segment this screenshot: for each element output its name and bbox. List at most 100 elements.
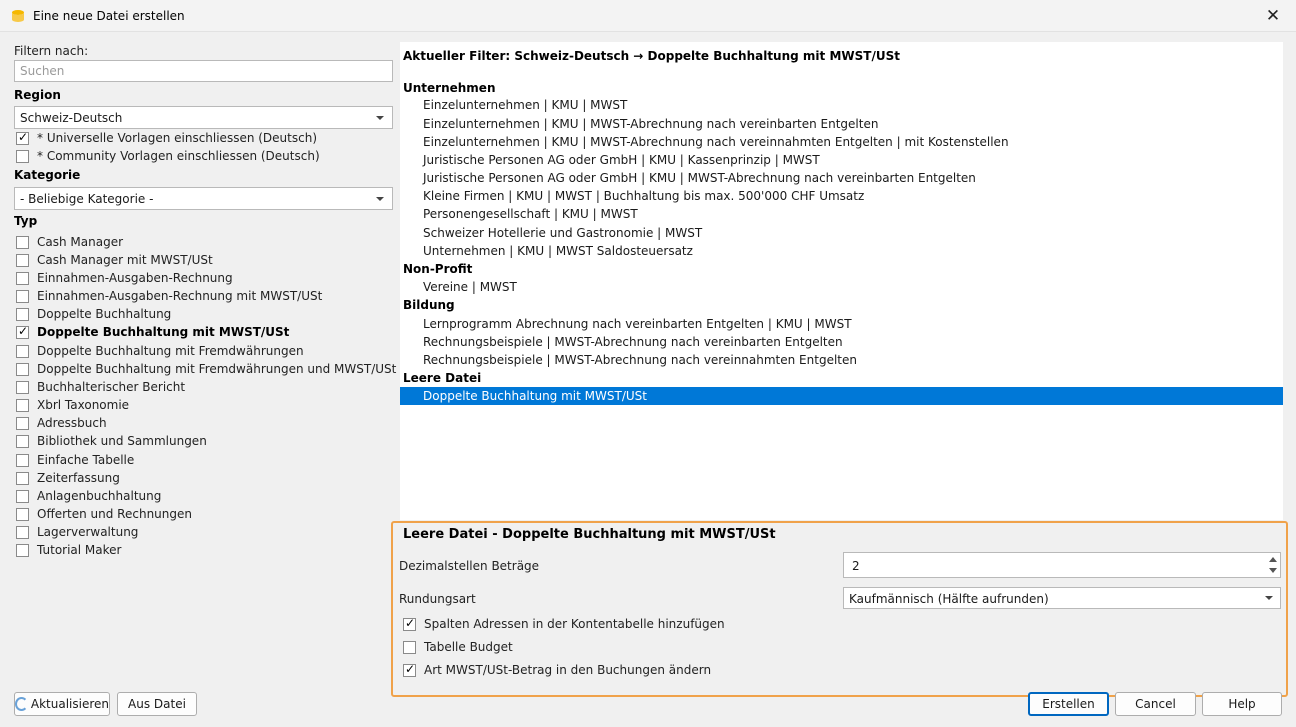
refresh-icon [15,697,28,711]
spin-down-icon[interactable] [1269,568,1277,573]
checkbox-unchecked-icon [16,471,29,485]
type-heading: Typ [14,214,38,228]
region-select[interactable]: Schweiz-Deutsch [14,106,393,129]
close-icon[interactable]: ✕ [1250,0,1296,32]
type-label: Einnahmen-Ausgaben-Rechnung mit MWST/USt [37,289,323,303]
group-heading-bildung: Bildung [403,298,455,312]
type-checkbox-cash-manager[interactable]: Cash Manager [16,233,123,251]
window-title: Eine neue Datei erstellen [33,9,185,23]
type-label: Anlagenbuchhaltung [37,489,162,503]
type-checkbox-double-entry-fx-vat[interactable]: Doppelte Buchhaltung mit Fremdwährungen … [16,360,396,378]
type-label: Doppelte Buchhaltung [37,307,172,321]
type-checkbox-double-entry-fx[interactable]: Doppelte Buchhaltung mit Fremdwährungen [16,342,304,360]
region-select-value: Schweiz-Deutsch [20,111,123,125]
template-list [400,42,1283,520]
template-item[interactable]: Einzelunternehmen | KMU | MWST-Abrechnun… [423,117,878,131]
template-item[interactable]: Kleine Firmen | KMU | MWST | Buchhaltung… [423,189,864,203]
category-select-value: - Beliebige Kategorie - [20,192,154,206]
universal-templates-checkbox[interactable]: * Universelle Vorlagen einschliessen (De… [16,129,317,147]
type-checkbox-double-entry[interactable]: Doppelte Buchhaltung [16,305,171,323]
create-button[interactable]: Erstellen [1028,692,1109,716]
template-item[interactable]: Personengesellschaft | KMU | MWST [423,207,638,221]
community-templates-label: * Community Vorlagen einschliessen (Deut… [37,149,320,163]
category-select[interactable]: - Beliebige Kategorie - [14,187,393,210]
template-item[interactable]: Lernprogramm Abrechnung nach vereinbarte… [423,317,852,331]
type-checkbox-double-entry-vat[interactable]: Doppelte Buchhaltung mit MWST/USt [16,323,289,341]
checkbox-unchecked-icon [16,149,29,163]
checkbox-unchecked-icon [16,271,29,285]
type-label: Bibliothek und Sammlungen [37,434,207,448]
template-item[interactable]: Rechnungsbeispiele | MWST-Abrechnung nac… [423,353,857,367]
type-checkbox-inventory[interactable]: Lagerverwaltung [16,523,138,541]
decimals-spinbox[interactable]: 2 [843,552,1281,578]
template-item[interactable]: Rechnungsbeispiele | MWST-Abrechnung nac… [423,335,843,349]
checkbox-unchecked-icon [16,253,29,267]
checkbox-unchecked-icon [16,235,29,249]
template-item[interactable]: Juristische Personen AG oder GmbH | KMU … [423,153,820,167]
type-label: Adressbuch [37,416,107,430]
type-label: Cash Manager [37,235,124,249]
type-checkbox-tutorial-maker[interactable]: Tutorial Maker [16,541,121,559]
type-checkbox-invoices[interactable]: Offerten und Rechnungen [16,505,192,523]
checkbox-unchecked-icon [16,416,29,430]
template-item[interactable]: Unternehmen | KMU | MWST Saldosteuersatz [423,244,693,258]
from-file-button[interactable]: Aus Datei [117,692,197,716]
type-checkbox-address-book[interactable]: Adressbuch [16,414,107,432]
budget-checkbox[interactable]: Tabelle Budget [403,638,513,656]
community-templates-checkbox[interactable]: * Community Vorlagen einschliessen (Deut… [16,147,320,165]
type-label: Tutorial Maker [37,543,122,557]
type-checkbox-library[interactable]: Bibliothek und Sammlungen [16,432,207,450]
checkbox-unchecked-icon [16,289,29,303]
checkbox-unchecked-icon [16,453,29,467]
type-label: Einnahmen-Ausgaben-Rechnung [37,271,233,285]
type-label: Xbrl Taxonomie [37,398,130,412]
type-checkbox-income-expense-vat[interactable]: Einnahmen-Ausgaben-Rechnung mit MWST/USt [16,287,322,305]
group-heading-leere-datei: Leere Datei [403,371,482,385]
group-heading-nonprofit: Non-Profit [403,262,473,276]
checkbox-unchecked-icon [16,434,29,448]
checkbox-unchecked-icon [16,489,29,503]
decimals-value: 2 [852,559,860,573]
checkbox-unchecked-icon [16,362,29,376]
search-input[interactable]: Suchen [14,60,393,82]
type-label: Offerten und Rechnungen [37,507,192,521]
vat-type-label: Art MWST/USt-Betrag in den Buchungen änd… [424,663,712,677]
vat-type-checkbox[interactable]: Art MWST/USt-Betrag in den Buchungen änd… [403,661,711,679]
type-label: Doppelte Buchhaltung mit Fremdwährungen [37,344,304,358]
refresh-button[interactable]: Aktualisieren [14,692,110,716]
type-checkbox-xbrl[interactable]: Xbrl Taxonomie [16,396,129,414]
refresh-label: Aktualisieren [30,697,109,711]
title-bar: Eine neue Datei erstellen ✕ [0,0,1296,32]
budget-label: Tabelle Budget [424,640,513,654]
type-label: Buchhalterischer Bericht [37,380,186,394]
rounding-select[interactable]: Kaufmännisch (Hälfte aufrunden) [843,587,1281,609]
type-checkbox-time-tracking[interactable]: Zeiterfassung [16,469,120,487]
checkbox-checked-icon [403,616,416,631]
template-item[interactable]: Vereine | MWST [423,280,517,294]
options-title: Leere Datei - Doppelte Buchhaltung mit M… [403,527,776,542]
type-checkbox-accounting-report[interactable]: Buchhalterischer Bericht [16,378,185,396]
template-item[interactable]: Einzelunternehmen | KMU | MWST [423,98,627,112]
template-item[interactable]: Schweizer Hotellerie und Gastronomie | M… [423,226,702,240]
universal-templates-label: * Universelle Vorlagen einschliessen (De… [37,131,318,145]
template-item-selected[interactable]: Doppelte Buchhaltung mit MWST/USt [400,387,1283,405]
spinbox-buttons[interactable] [1268,555,1278,575]
help-button[interactable]: Help [1202,692,1282,716]
type-checkbox-fixed-assets[interactable]: Anlagenbuchhaltung [16,487,161,505]
type-checkbox-cash-manager-vat[interactable]: Cash Manager mit MWST/USt [16,251,213,269]
type-checkbox-income-expense[interactable]: Einnahmen-Ausgaben-Rechnung [16,269,233,287]
template-item[interactable]: Juristische Personen AG oder GmbH | KMU … [423,171,976,185]
checkbox-unchecked-icon [16,344,29,358]
category-heading: Kategorie [14,168,81,182]
type-label: Doppelte Buchhaltung mit MWST/USt [37,325,290,339]
cancel-button[interactable]: Cancel [1115,692,1196,716]
spin-up-icon[interactable] [1269,557,1277,562]
checkbox-unchecked-icon [16,525,29,539]
type-checkbox-simple-table[interactable]: Einfache Tabelle [16,451,134,469]
addresses-checkbox[interactable]: Spalten Adressen in der Kontentabelle hi… [403,615,725,633]
checkbox-unchecked-icon [16,507,29,521]
chevron-down-icon [1265,596,1273,600]
template-item[interactable]: Einzelunternehmen | KMU | MWST-Abrechnun… [423,135,1009,149]
checkbox-checked-icon [403,662,416,677]
checkbox-unchecked-icon [16,543,29,557]
